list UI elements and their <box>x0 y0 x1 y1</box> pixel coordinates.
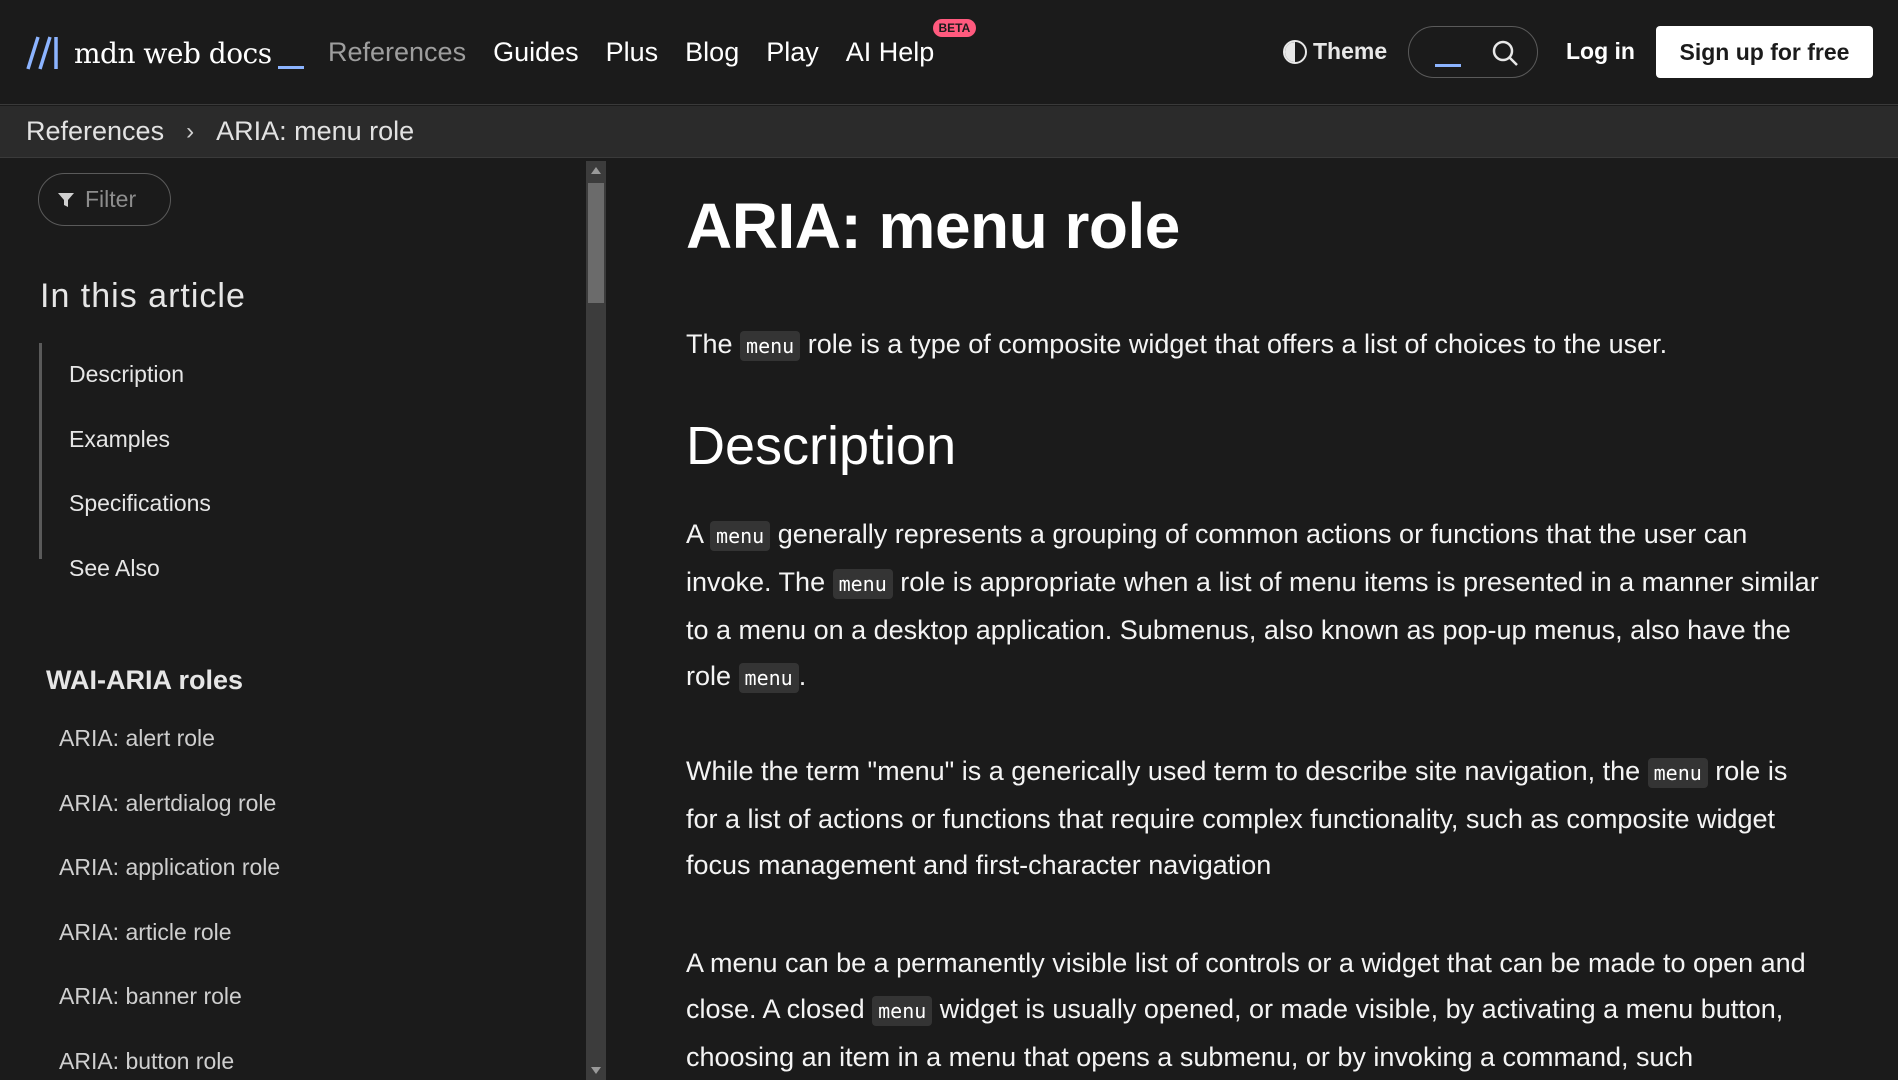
nav-guides[interactable]: Guides <box>493 37 579 68</box>
intro-text-a: The <box>686 329 741 359</box>
scrollbar-thumb[interactable] <box>588 183 604 303</box>
page-title: ARIA: menu role <box>686 190 1180 262</box>
p1-text-d: . <box>798 661 807 691</box>
top-navigation: mdn web docs References Guides Plus Blog… <box>0 0 1898 105</box>
inline-code: menu <box>738 663 799 693</box>
sidebar-section-title[interactable]: WAI-ARIA roles <box>46 665 243 696</box>
breadcrumb-references[interactable]: References <box>26 116 164 147</box>
toc-item-description[interactable]: Description <box>69 361 184 388</box>
p1-text-a: A <box>686 519 711 549</box>
scroll-down-arrow-icon[interactable] <box>591 1067 601 1074</box>
intro-text-b: role is a type of composite widget that … <box>800 329 1668 359</box>
inline-code: menu <box>872 996 933 1026</box>
nav-references[interactable]: References <box>328 37 466 68</box>
inline-code: menu <box>832 569 893 599</box>
filter-input[interactable]: Filter <box>38 173 171 226</box>
nav-play[interactable]: Play <box>766 37 819 68</box>
inline-code: menu <box>740 331 801 361</box>
toc-item-specifications[interactable]: Specifications <box>69 490 211 517</box>
main-nav: References Guides Plus Blog Play AI Help… <box>328 0 977 105</box>
toc-item-examples[interactable]: Examples <box>69 426 170 453</box>
filter-placeholder: Filter <box>85 186 137 212</box>
p2-text-a: While the term "menu" is a generically u… <box>686 756 1648 786</box>
sidebar-item-button[interactable]: ARIA: button role <box>59 1048 234 1075</box>
inline-code: menu <box>710 521 771 551</box>
breadcrumb-current[interactable]: ARIA: menu role <box>216 116 414 147</box>
sidebar-scrollbar[interactable] <box>586 161 606 1080</box>
logo-text: mdn web docs <box>74 36 272 70</box>
sidebar-item-alert[interactable]: ARIA: alert role <box>59 725 215 752</box>
filter-icon <box>58 192 74 207</box>
description-heading: Description <box>686 416 957 476</box>
logo-cursor <box>277 65 304 69</box>
intro-paragraph: The menu role is a type of composite wid… <box>686 321 1826 369</box>
search-icon <box>1492 40 1518 66</box>
mdn-logo-icon <box>26 36 58 70</box>
theme-button[interactable]: Theme <box>1283 38 1387 65</box>
description-paragraph-3: A menu can be a permanently visible list… <box>686 940 1826 1080</box>
login-link[interactable]: Log in <box>1566 38 1635 65</box>
breadcrumb: References › ARIA: menu role <box>0 106 1898 158</box>
chevron-right-icon: › <box>186 117 195 145</box>
sidebar-item-alertdialog[interactable]: ARIA: alertdialog role <box>59 790 276 817</box>
nav-ai-help[interactable]: AI Help BETA <box>845 19 977 68</box>
description-paragraph-2: While the term "menu" is a generically u… <box>686 748 1826 888</box>
sidebar-item-application[interactable]: ARIA: application role <box>59 854 280 881</box>
toc-title: In this article <box>40 277 246 315</box>
sidebar-item-article[interactable]: ARIA: article role <box>59 919 232 946</box>
sidebar-item-banner[interactable]: ARIA: banner role <box>59 983 242 1010</box>
mdn-logo[interactable]: mdn web docs <box>26 33 304 73</box>
inline-code: menu <box>1647 758 1708 788</box>
search-button[interactable] <box>1408 26 1538 78</box>
sidebar: Filter In this article Description Examp… <box>0 159 586 1080</box>
nav-blog[interactable]: Blog <box>685 37 739 68</box>
search-caret <box>1435 64 1461 67</box>
toc-list: Description Examples Specifications See … <box>39 343 492 581</box>
toc-item-see-also[interactable]: See Also <box>69 555 160 582</box>
description-paragraph-1: A menu generally represents a grouping o… <box>686 511 1826 701</box>
nav-ai-help-label: AI Help <box>845 37 935 67</box>
nav-plus[interactable]: Plus <box>606 37 659 68</box>
theme-label: Theme <box>1313 38 1388 64</box>
signup-button[interactable]: Sign up for free <box>1656 26 1873 78</box>
scroll-up-arrow-icon[interactable] <box>591 167 601 174</box>
beta-badge: BETA <box>932 19 977 37</box>
theme-contrast-icon <box>1283 39 1307 64</box>
